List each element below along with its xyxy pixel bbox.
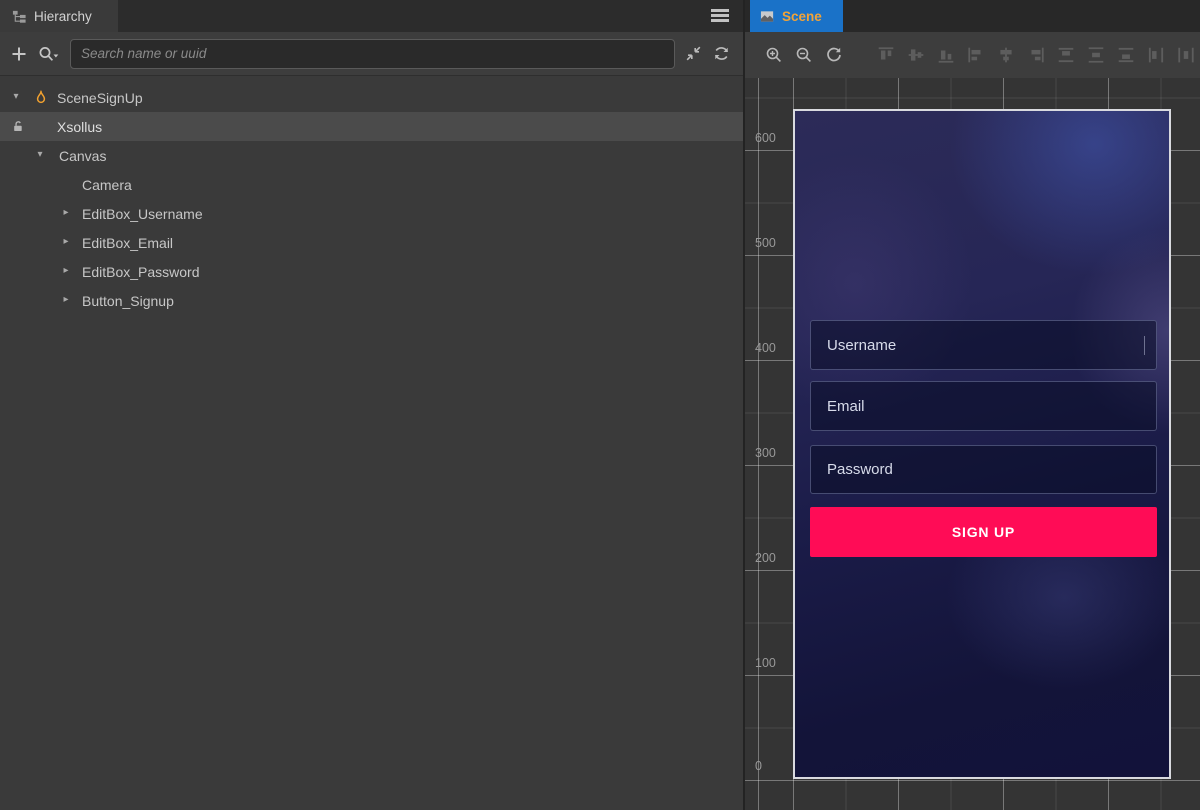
- ruler-label-600: 600: [755, 129, 776, 147]
- scene-image-icon: [760, 9, 775, 24]
- editbox-email[interactable]: Email: [810, 381, 1157, 431]
- editbox-password[interactable]: Password: [810, 445, 1157, 494]
- hierarchy-tab-label: Hierarchy: [34, 9, 92, 24]
- plus-icon: [10, 45, 28, 63]
- hierarchy-tree: ▾ SceneSignUp Xsollus ▾: [0, 76, 743, 810]
- expand-arrow-icon[interactable]: ▾: [34, 149, 46, 160]
- distribute-h-center-icon[interactable]: [1177, 46, 1195, 64]
- expand-arrow-icon[interactable]: ▾: [10, 91, 22, 102]
- collapse-arrow-icon[interactable]: ▸: [60, 207, 72, 218]
- align-h-center-icon[interactable]: [997, 46, 1015, 64]
- signup-button[interactable]: SIGN UP: [810, 507, 1157, 557]
- tree-item-editbox-password[interactable]: ▸ EditBox_Password: [0, 257, 743, 286]
- signup-screen-preview[interactable]: Username Email Password SIGN UP: [793, 109, 1171, 779]
- scene-canvas[interactable]: 600 500 400 300 200 100 0 Username Email…: [745, 78, 1200, 810]
- zoom-in-icon[interactable]: [765, 46, 783, 64]
- collapse-arrow-icon[interactable]: ▸: [60, 265, 72, 276]
- collapse-all-icon: [684, 44, 703, 63]
- scene-tab-label: Scene: [782, 9, 822, 24]
- distribute-bottom-icon[interactable]: [1117, 46, 1135, 64]
- flame-icon: [33, 90, 49, 106]
- align-bottom-icon[interactable]: [937, 46, 955, 64]
- reset-view-icon[interactable]: [825, 46, 843, 64]
- tree-item-label: Xsollus: [57, 119, 102, 135]
- ruler-label-0: 0: [755, 757, 762, 775]
- align-top-icon[interactable]: [877, 46, 895, 64]
- tree-item-label: Canvas: [59, 148, 106, 164]
- editbox-username[interactable]: Username: [810, 320, 1157, 370]
- email-placeholder: Email: [827, 398, 865, 415]
- ruler-label-400: 400: [755, 339, 776, 357]
- hierarchy-panel: Hierarchy: [0, 0, 743, 810]
- tree-item-label: EditBox_Email: [82, 235, 173, 251]
- search-icon: [37, 45, 61, 63]
- hierarchy-toolbar: [0, 32, 743, 76]
- distribute-left-icon[interactable]: [1147, 46, 1165, 64]
- editor-window: Hierarchy: [0, 0, 1200, 810]
- collapse-arrow-icon[interactable]: ▸: [60, 294, 72, 305]
- refresh-icon: [712, 44, 731, 63]
- scene-panel: Scene: [745, 0, 1200, 810]
- password-placeholder: Password: [827, 461, 893, 478]
- hierarchy-tabbar: Hierarchy: [0, 0, 743, 32]
- tab-hierarchy[interactable]: Hierarchy: [0, 0, 118, 32]
- collapse-all-button[interactable]: [684, 44, 703, 63]
- tree-item-xsollus[interactable]: Xsollus: [0, 112, 743, 141]
- tree-item-editbox-email[interactable]: ▸ EditBox_Email: [0, 228, 743, 257]
- text-cursor: [1144, 336, 1145, 355]
- distribute-v-center-icon[interactable]: [1087, 46, 1105, 64]
- zoom-out-icon[interactable]: [795, 46, 813, 64]
- scene-toolbar: [745, 32, 1200, 78]
- align-left-icon[interactable]: [967, 46, 985, 64]
- tree-item-canvas[interactable]: ▾ Canvas: [0, 141, 743, 170]
- align-v-center-icon[interactable]: [907, 46, 925, 64]
- ruler-label-300: 300: [755, 444, 776, 462]
- tree-item-label: SceneSignUp: [57, 90, 143, 106]
- ruler-label-100: 100: [755, 654, 776, 672]
- collapse-arrow-icon[interactable]: ▸: [60, 236, 72, 247]
- tree-item-button-signup[interactable]: ▸ Button_Signup: [0, 286, 743, 315]
- search-input[interactable]: [70, 39, 675, 69]
- search-filter-button[interactable]: [37, 45, 61, 63]
- unlock-icon[interactable]: [11, 119, 26, 134]
- panel-menu-icon[interactable]: [711, 9, 729, 23]
- tab-scene[interactable]: Scene: [750, 0, 843, 32]
- ruler-label-500: 500: [755, 234, 776, 252]
- tree-item-label: EditBox_Username: [82, 206, 203, 222]
- signup-button-label: SIGN UP: [952, 524, 1015, 540]
- refresh-button[interactable]: [712, 44, 731, 63]
- username-placeholder: Username: [827, 337, 896, 354]
- tree-item-label: Button_Signup: [82, 293, 174, 309]
- ruler-label-200: 200: [755, 549, 776, 567]
- add-node-button[interactable]: [10, 45, 28, 63]
- tree-item-label: EditBox_Password: [82, 264, 200, 280]
- align-right-icon[interactable]: [1027, 46, 1045, 64]
- hierarchy-tree-icon: [12, 9, 27, 24]
- distribute-top-icon[interactable]: [1057, 46, 1075, 64]
- tree-item-scenesignup[interactable]: ▾ SceneSignUp: [0, 83, 743, 112]
- scene-tabbar: Scene: [745, 0, 1200, 32]
- tree-item-camera[interactable]: Camera: [0, 170, 743, 199]
- tree-item-editbox-username[interactable]: ▸ EditBox_Username: [0, 199, 743, 228]
- tree-item-label: Camera: [82, 177, 132, 193]
